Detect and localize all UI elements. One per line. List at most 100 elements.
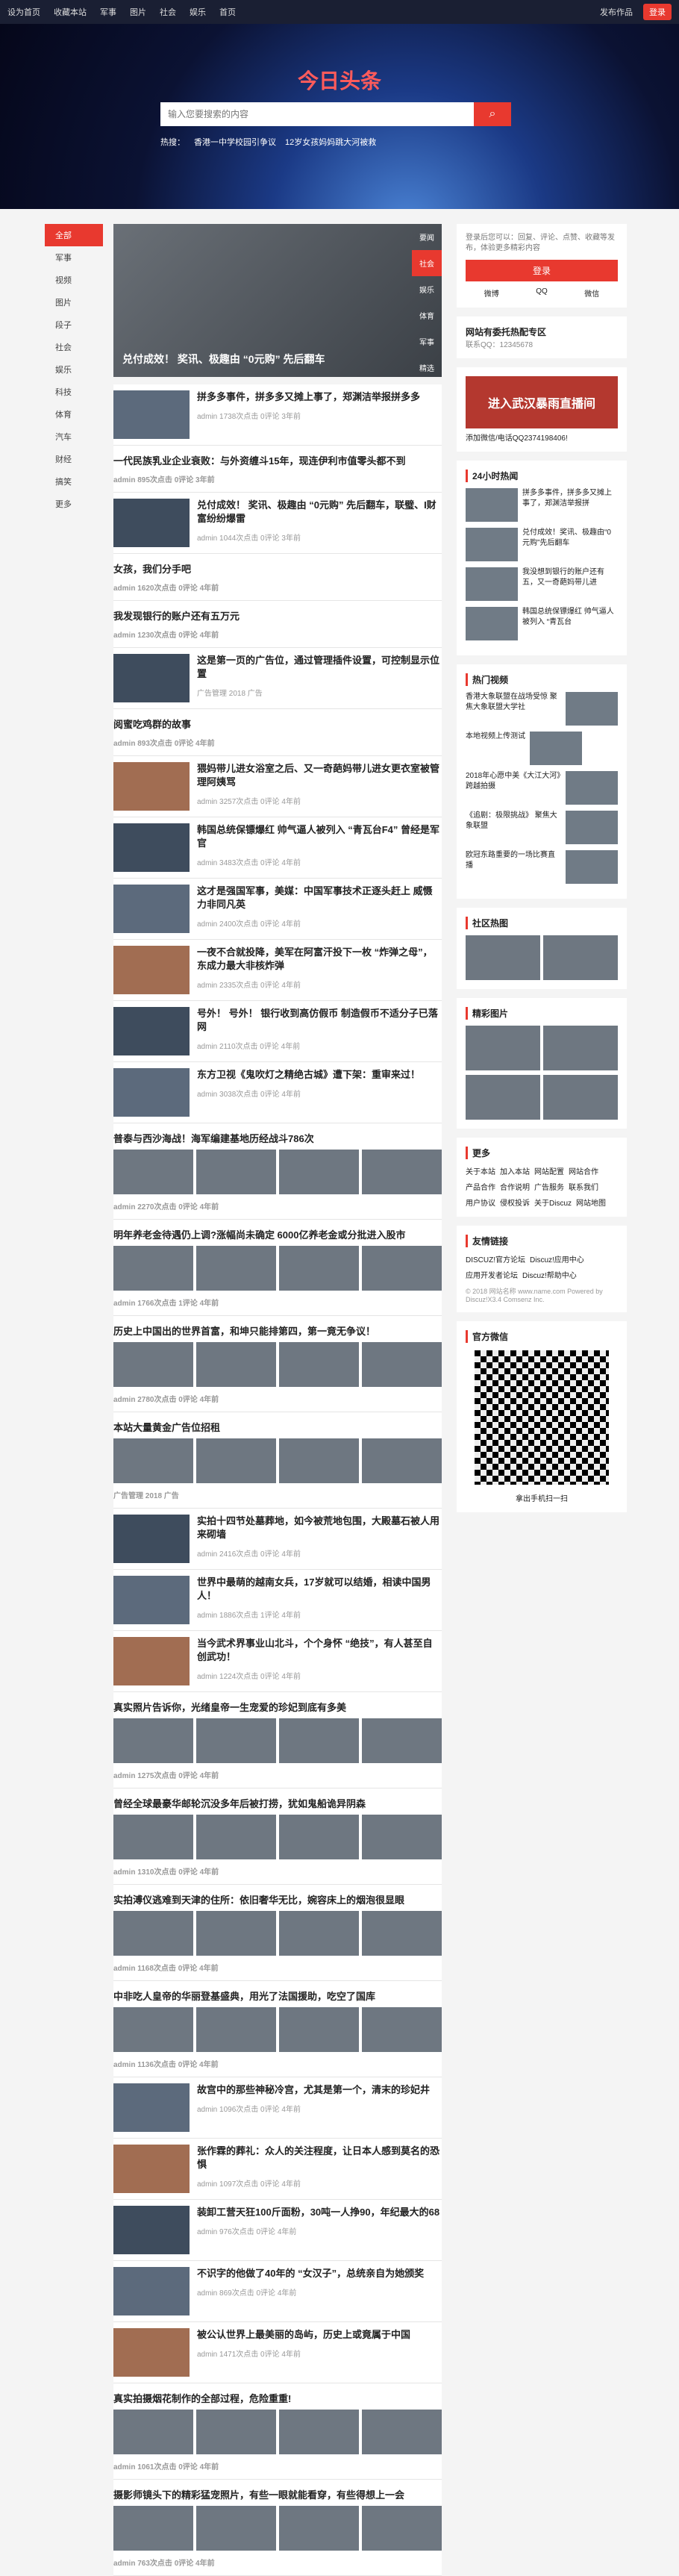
hot24-text[interactable]: 我没想到银行的账户还有五，又一奇葩妈带儿进 [522, 567, 618, 601]
article-item[interactable]: 装卸工营天狂100斤面粉，30吨一人挣90，年纪最大的68 admin 976次点… [113, 2200, 442, 2261]
hot24-item[interactable]: 我没想到银行的账户还有五，又一奇葩妈带儿进 [466, 567, 618, 601]
thumbnail[interactable] [113, 1718, 193, 1763]
video-item[interactable]: 2018年心愿中美《大江大河》跨越拍摄 [466, 771, 618, 805]
thumbnail[interactable] [279, 2506, 359, 2551]
video-text[interactable]: 本地视频上传测试 [466, 732, 525, 765]
more-link[interactable]: 网站地图 [576, 1197, 606, 1208]
thumbnail[interactable] [279, 1815, 359, 1859]
nav-item[interactable]: 科技 [45, 381, 103, 403]
video-thumb[interactable] [566, 692, 618, 726]
article-title[interactable]: 张作霖的葬礼：众人的关注程度，让日本人感到莫名的恐惧 [197, 2145, 442, 2171]
top-link[interactable]: 军事 [100, 6, 116, 18]
video-thumb[interactable] [566, 771, 618, 805]
slider-tab[interactable]: 军事 [412, 328, 442, 355]
article-title[interactable]: 阅蜜吃鸡群的故事 [113, 717, 442, 731]
article-title[interactable]: 曾经全球最豪华邮轮沉没多年后被打捞，犹如鬼船诡异阴森 [113, 1796, 442, 1810]
more-link[interactable]: 网站配置 [534, 1165, 564, 1176]
article-title[interactable]: 世界中最萌的越南女兵，17岁就可以结婚，相读中国男人！ [197, 1576, 442, 1603]
promo-box[interactable]: 网站有委托热配专区 联系QQ：12345678 [457, 316, 627, 358]
article-gallery[interactable]: 中非吃人皇帝的华丽登基盛典，用光了法国援助，吃空了国库 admin 1136次点击… [113, 1981, 442, 2077]
article-title[interactable]: 真实照片告诉你，光绪皇帝一生宠爱的珍妃到底有多美 [113, 1700, 442, 1714]
community-pic[interactable] [543, 935, 618, 980]
video-item[interactable]: 《追剧：极限挑战》 聚焦大象联盟 [466, 811, 618, 844]
nav-item[interactable]: 段子 [45, 314, 103, 336]
nav-item[interactable]: 财经 [45, 448, 103, 470]
thumbnail[interactable] [196, 1438, 276, 1483]
article-title[interactable]: 拼多多事件，拼多多又摊上事了，郑渊洁举报拼多多 [197, 390, 420, 404]
slider-tab[interactable]: 娱乐 [412, 276, 442, 302]
gallery-pic[interactable] [466, 1026, 540, 1070]
slider-caption[interactable]: 兑付成效！ 奖讯、极趣由 “0元购” 先后翻车 [122, 352, 325, 367]
more-link[interactable]: 广告服务 [534, 1181, 564, 1192]
nav-item[interactable]: 汽车 [45, 425, 103, 448]
video-thumb[interactable] [566, 811, 618, 844]
top-link[interactable]: 首页 [219, 6, 236, 18]
more-link[interactable]: 用户协议 [466, 1197, 495, 1208]
gallery-pic[interactable] [543, 1026, 618, 1070]
article-gallery[interactable]: 摄影师镜头下的精彩猛宠照片，有些一眼就能看穿，有些得想上一会 admin 763次… [113, 2480, 442, 2576]
gallery-pic[interactable] [543, 1075, 618, 1120]
top-link[interactable]: 娱乐 [190, 6, 206, 18]
thumbnail[interactable] [279, 2007, 359, 2052]
ad-banner[interactable]: 进入武汉暴雨直播间 添加微信/电话QQ2374198406! [457, 367, 627, 452]
article-item[interactable]: 当今武术界事业山北斗，个个身怀 “绝技”，有人甚至自创武功！ admin 1224… [113, 1631, 442, 1692]
thumbnail[interactable] [113, 390, 190, 439]
thumbnail[interactable] [362, 1718, 442, 1763]
article-item[interactable]: 被公认世界上最美丽的岛屿，历史上或竟属于中国 admin 1471次点击 0评论 … [113, 2322, 442, 2383]
nav-item[interactable]: 图片 [45, 291, 103, 314]
thumbnail[interactable] [466, 567, 518, 601]
article-item[interactable]: 阅蜜吃鸡群的故事 admin 893次点击 0评论 4年前 [113, 709, 442, 756]
article-title[interactable]: 一代民族乳业企业衰败：与外资缠斗15年，现连伊利市值零头都不到 [113, 453, 442, 467]
thumbnail[interactable] [279, 1438, 359, 1483]
article-title[interactable]: 装卸工营天狂100斤面粉，30吨一人挣90，年纪最大的68 [197, 2206, 439, 2219]
article-title[interactable]: 兑付成效！ 奖讯、极趣由 “0元购” 先后翻车，联璧、I财富纷纷爆雷 [197, 499, 442, 526]
thumbnail[interactable] [362, 1246, 442, 1291]
friend-link[interactable]: DISCUZ!官方论坛 [466, 1253, 525, 1264]
thumbnail[interactable] [113, 1068, 190, 1117]
article-gallery[interactable]: 明年养老金待遇仍上调?涨幅尚未确定 6000亿养老金或分批进入股市 admin 1… [113, 1220, 442, 1316]
top-link[interactable]: 图片 [130, 6, 146, 18]
video-item[interactable]: 欧冠东路重要的一场比赛直播 [466, 850, 618, 884]
hot24-item[interactable]: 拼多多事件，拼多多又摊上事了，郑渊洁举报拼 [466, 488, 618, 522]
nav-item[interactable]: 更多 [45, 493, 103, 515]
article-title[interactable]: 我发现银行的账户还有五万元 [113, 608, 442, 623]
article-item[interactable]: 不识字的他做了40年的 “女汉子”，总统亲自为她颁奖 admin 869次点击 0… [113, 2261, 442, 2322]
hot24-item[interactable]: 韩国总统保镖爆红 帅气逼人被列入 “青瓦台 [466, 607, 618, 640]
article-gallery[interactable]: 真实照片告诉你，光绪皇帝一生宠爱的珍妃到底有多美 admin 1275次点击 0评… [113, 1692, 442, 1788]
hot-link[interactable]: 12岁女孩妈妈跳大河被救 [285, 136, 376, 148]
hot24-text[interactable]: 兑付成效！奖讯、极趣由“0元购”先后翻车 [522, 528, 618, 561]
article-gallery[interactable]: 普泰与西沙海战！海军编建基地历经战斗786次 admin 2270次点击 0评论 … [113, 1123, 442, 1220]
thumbnail[interactable] [113, 1576, 190, 1624]
nav-item[interactable]: 体育 [45, 403, 103, 425]
thumbnail[interactable] [113, 1815, 193, 1859]
hot24-item[interactable]: 兑付成效！奖讯、极趣由“0元购”先后翻车 [466, 528, 618, 561]
article-title[interactable]: 实拍十四节处墓葬地，如今被荒地包围，大殿墓石被人用来砌墙 [197, 1515, 442, 1541]
video-item[interactable]: 本地视频上传测试 [466, 732, 618, 765]
article-title[interactable]: 东方卫视《鬼吹灯之精绝古城》遭下架：重审来过！ [197, 1068, 420, 1082]
article-item[interactable]: 故宫中的那些神秘冷宫，尤其是第一个，清末的珍妃井 admin 1096次点击 0评… [113, 2077, 442, 2139]
article-item[interactable]: 这是第一页的广告位，通过管理插件设置，可控制显示位置 广告管理 2018 广告 [113, 648, 442, 709]
article-title[interactable]: 摄影师镜头下的精彩猛宠照片，有些一眼就能看穿，有些得想上一会 [113, 2487, 442, 2501]
article-title[interactable]: 被公认世界上最美丽的岛屿，历史上或竟属于中国 [197, 2328, 410, 2342]
article-gallery[interactable]: 本站大量黄金广告位招租 广告管理 2018 广告 [113, 1412, 442, 1509]
article-title[interactable]: 中非吃人皇帝的华丽登基盛典，用光了法国援助，吃空了国库 [113, 1989, 442, 2003]
more-link[interactable]: 产品合作 [466, 1181, 495, 1192]
more-link[interactable]: 网站合作 [569, 1165, 598, 1176]
thumbnail[interactable] [113, 1911, 193, 1956]
thumbnail[interactable] [196, 2007, 276, 2052]
thumbnail[interactable] [113, 762, 190, 811]
more-link[interactable]: 关于本站 [466, 1165, 495, 1176]
weibo-login[interactable]: 微博 [484, 287, 499, 299]
top-link[interactable]: 设为首页 [7, 6, 40, 18]
more-link[interactable]: 加入本站 [500, 1165, 530, 1176]
thumbnail[interactable] [196, 2410, 276, 2454]
friend-link[interactable]: Discuz!应用中心 [530, 1253, 584, 1264]
thumbnail[interactable] [196, 1246, 276, 1291]
thumbnail[interactable] [113, 2506, 193, 2551]
thumbnail[interactable] [362, 1815, 442, 1859]
wechat-login[interactable]: 微信 [584, 287, 599, 299]
video-thumb[interactable] [566, 850, 618, 884]
thumbnail[interactable] [113, 2206, 190, 2254]
qq-login[interactable]: QQ [536, 287, 548, 299]
more-link[interactable]: 联系我们 [569, 1181, 598, 1192]
